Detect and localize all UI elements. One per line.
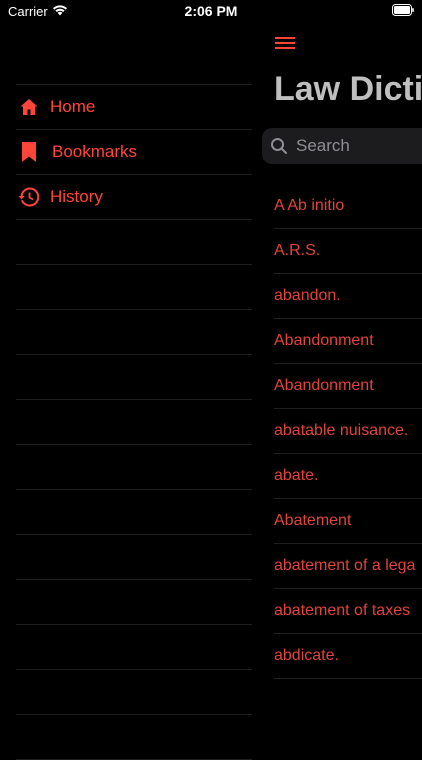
term-row[interactable]: abatement of a lega (274, 544, 422, 589)
term-label: A Ab initio (274, 197, 345, 214)
side-menu-item-label: Home (50, 97, 96, 116)
term-row[interactable]: abate. (274, 454, 422, 499)
empty-row (16, 445, 252, 490)
empty-row (16, 535, 252, 580)
side-menu-item-label: History (50, 187, 103, 206)
home-icon (18, 96, 40, 118)
term-row[interactable]: abdicate. (274, 634, 422, 679)
term-row[interactable]: abatement of taxes (274, 589, 422, 634)
side-menu-item-label: Bookmarks (52, 142, 138, 161)
battery-icon (392, 4, 414, 16)
term-row[interactable]: abatable nuisance. (274, 409, 422, 454)
term-label: A.R.S. (274, 242, 321, 259)
term-label: abate. (274, 467, 319, 484)
bookmark-icon (18, 141, 40, 163)
term-list: A Ab initio A.R.S. abandon. Abandonment … (274, 184, 422, 679)
side-menu: Home Bookmarks History (0, 0, 258, 760)
empty-row (16, 400, 252, 445)
empty-row (16, 310, 252, 355)
term-label: Abatement (274, 512, 352, 529)
empty-row (16, 265, 252, 310)
status-bar: Carrier 2:06 PM (0, 0, 422, 24)
empty-row (16, 580, 252, 625)
empty-row (16, 625, 252, 670)
side-menu-list: Home Bookmarks History (16, 84, 252, 760)
term-row[interactable]: abandon. (274, 274, 422, 319)
side-menu-item-history[interactable]: History (16, 175, 252, 220)
term-row[interactable]: Abatement (274, 499, 422, 544)
empty-row (16, 715, 252, 760)
status-time: 2:06 PM (184, 3, 238, 19)
term-label: abandon. (274, 287, 341, 304)
term-row[interactable]: Abandonment (274, 319, 422, 364)
term-label: abatable nuisance. (274, 422, 409, 439)
term-row[interactable]: Abandonment (274, 364, 422, 409)
page-title: Law Dicti (274, 70, 422, 108)
empty-row (16, 670, 252, 715)
term-label: abdicate. (274, 647, 339, 664)
search-bar[interactable] (262, 128, 422, 164)
term-label: abatement of a lega (274, 557, 416, 574)
empty-row (16, 490, 252, 535)
history-icon (18, 186, 40, 208)
search-icon (271, 138, 287, 154)
term-label: abatement of taxes (274, 602, 411, 619)
term-row[interactable]: A.R.S. (274, 229, 422, 274)
term-label: Abandonment (274, 377, 374, 394)
empty-row (16, 220, 252, 265)
main-panel: Law Dicti A Ab initio A.R.S. abandon. Ab… (258, 0, 422, 750)
search-input[interactable] (294, 135, 422, 157)
side-menu-item-home[interactable]: Home (16, 85, 252, 130)
hamburger-menu-icon[interactable] (274, 34, 296, 52)
side-menu-item-bookmarks[interactable]: Bookmarks (16, 130, 252, 175)
empty-row (16, 355, 252, 400)
term-row[interactable]: A Ab initio (274, 184, 422, 229)
term-label: Abandonment (274, 332, 374, 349)
